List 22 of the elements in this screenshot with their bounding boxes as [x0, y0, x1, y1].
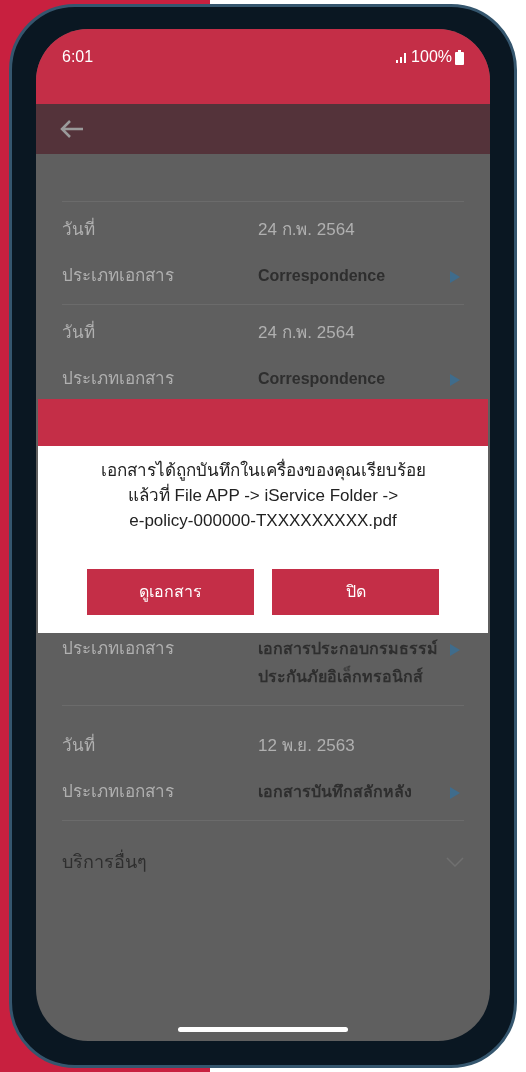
document-type-label: ประเภทเอกสาร: [62, 265, 175, 287]
dialog-button[interactable]: ดูเอกสาร: [87, 569, 254, 615]
date-value: 24 ก.พ. 2564: [258, 219, 355, 242]
document-type-label: ประเภทเอกสาร: [62, 781, 175, 803]
play-arrow-icon[interactable]: [450, 787, 460, 799]
signal-icon: [396, 51, 409, 63]
date-label: วันที่: [62, 217, 258, 243]
document-type-label: ประเภทเอกสาร: [62, 638, 175, 660]
status-time: 6:01: [62, 47, 94, 67]
battery-icon: [455, 49, 464, 65]
date-value: 24 ก.พ. 2564: [258, 322, 355, 345]
date-label: วันที่: [62, 733, 258, 759]
dialog-message: เอกสารได้ถูกบันทึกในเครื่องของคุณเรียบร้อย แล้วที่ File APP -> iService Folder -> e-policy-000000-TXXXXXXXXX.pdf: [100, 458, 426, 533]
dialog-button[interactable]: ปิด: [272, 569, 439, 615]
battery-percent: 100%: [411, 47, 452, 67]
play-arrow-icon[interactable]: [450, 644, 460, 656]
play-arrow-icon[interactable]: [450, 374, 460, 386]
date-value: 12 พ.ย. 2563: [258, 735, 355, 758]
play-arrow-icon[interactable]: [450, 271, 460, 283]
document-type-label: ประเภทเอกสาร: [62, 368, 175, 390]
date-label: วันที่: [62, 320, 258, 346]
back-arrow-icon[interactable]: [60, 119, 84, 139]
